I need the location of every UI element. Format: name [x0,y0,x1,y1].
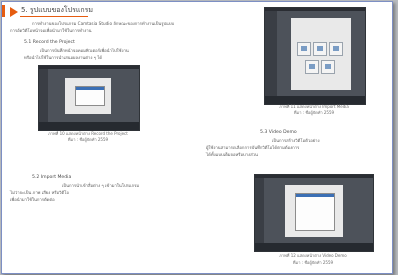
item2-line-3: เพื่อนำมาใช้ในการตัดต่อ [10,197,55,202]
figure2-tile-3 [329,42,343,56]
document-page: 5. รูปแบบของโปรแกรม การทำงานของโปรแกรม C… [1,1,393,274]
figure2-source: ที่มา : ชื่อผู้จัดทำ 2559 [293,110,335,115]
intro-line-1: การทำงานของโปรแกรม Camtasia Studio ลักษณ… [32,21,175,26]
figure3-sidebar [255,178,264,251]
figure3-dialog [295,193,335,231]
figure3-timeline [255,243,373,251]
section-accent-bar [2,5,5,17]
figure2-screenshot [264,7,366,105]
figure1-screenshot [38,65,140,131]
section-arrow-icon [10,7,18,17]
figure2-tile-5 [321,60,335,74]
item2-title: 5.2 Import Media [32,175,72,180]
intro-line-2: การอัดวิดีโอหน้าจอเพื่อนำมาใช้ในการทำงาน [10,28,92,33]
figure1-dialog [75,86,105,106]
item3-line-2: ผู้ใช้งานสามารถเลือกการบันทึกวิดีโอได้ตา… [206,145,300,150]
section-underline [20,16,88,17]
figure3-screenshot [254,174,374,252]
figure2-sidebar [265,11,277,104]
item1-line-2: หรือนำไปใช้ในการนำเสนอผลงานต่าง ๆ ได้ [24,55,103,60]
figure3-titlebar [255,175,373,178]
section-title: 5. รูปแบบของโปรแกรม [21,6,93,14]
figure2-tile-4 [305,60,319,74]
item3-line-1: เป็นการสร้างวิดีโอตัวอย่าง [272,138,320,143]
item2-line-1: เป็นการนำเข้าสื่อต่าง ๆ เข้ามาในโปรแกรม [62,183,140,188]
item3-line-3: ได้ทั้งแบบเต็มจอหรือบางส่วน [206,152,258,157]
figure1-titlebar [39,66,139,69]
figure2-tile-1 [297,42,311,56]
item1-line-1: เป็นการบันทึกหน้าจอคอมพิวเตอร์เพื่อนำไปใ… [40,48,129,53]
item3-title: 5.3 Video Demo [260,130,297,135]
figure1-timeline [39,122,139,130]
figure1-source: ที่มา : ชื่อผู้จัดทำ 2559 [67,137,109,142]
figure2-titlebar [265,8,365,11]
figure3-caption: ภาพที่ 12 แสดงหน้าต่าง Video Demo [279,253,347,258]
figure2-tile-2 [313,42,327,56]
item2-line-2: ไม่ว่าจะเป็น ภาพ เสียง หรือวิดีโอ [10,190,69,195]
item1-title: 5.1 Record the Project [24,40,75,45]
figure1-sidebar [39,69,48,130]
figure3-source: ที่มา : ชื่อผู้จัดทำ 2559 [292,260,334,265]
figure2-timeline [265,96,365,104]
